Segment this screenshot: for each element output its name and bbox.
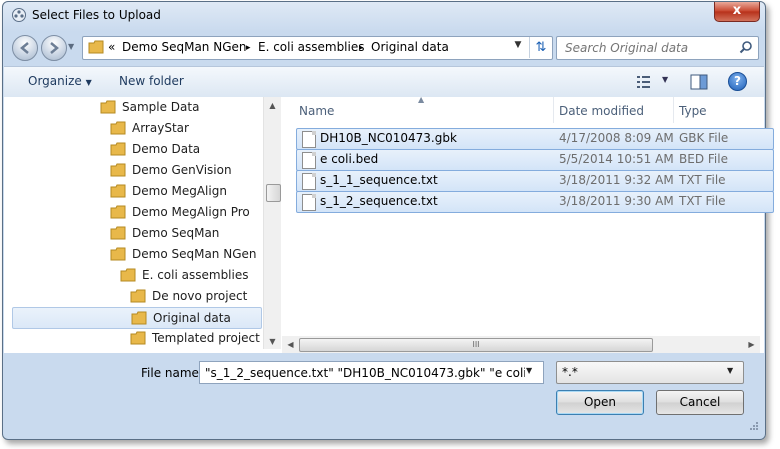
dialog-title: Select Files to Upload bbox=[32, 8, 161, 22]
sort-ascending-icon: ▲ bbox=[418, 95, 425, 104]
folder-icon bbox=[110, 163, 126, 177]
column-header: ▲ Name Date modified Type bbox=[282, 95, 764, 123]
address-dropdown-icon[interactable]: ▼ bbox=[511, 40, 525, 54]
file-icon bbox=[302, 131, 316, 148]
nav-pane-scrollbar[interactable]: ▲ ▼ bbox=[263, 97, 281, 349]
breadcrumb-separator[interactable]: ▸ bbox=[359, 43, 364, 53]
file-name-label: File name: bbox=[141, 366, 203, 380]
tree-item-original-data[interactable]: Original data bbox=[12, 307, 262, 329]
folder-icon bbox=[130, 331, 146, 345]
breadcrumb-separator[interactable]: ▸ bbox=[246, 43, 251, 53]
search-icon[interactable] bbox=[739, 40, 753, 54]
file-type-filter[interactable]: *.* ▼ bbox=[556, 361, 744, 384]
file-type-filter-value: *.* bbox=[562, 365, 578, 379]
chevron-down-icon[interactable]: ▼ bbox=[727, 366, 733, 375]
column-date-modified[interactable]: Date modified bbox=[559, 104, 644, 118]
new-folder-button[interactable]: New folder bbox=[119, 74, 184, 88]
folder-icon bbox=[110, 121, 126, 135]
arrow-left-icon bbox=[20, 42, 29, 54]
chevron-down-icon[interactable]: ▼ bbox=[526, 366, 532, 375]
tree-item-demo-megalign-pro[interactable]: Demo MegAlign Pro bbox=[106, 202, 256, 222]
tree-item-e-coli-assemblies[interactable]: E. coli assemblies bbox=[116, 265, 256, 285]
command-toolbar: Organize ▼ New folder ▼ ? bbox=[4, 66, 764, 98]
tree-item-arraystar[interactable]: ArrayStar bbox=[106, 118, 256, 138]
file-name-combobox[interactable]: ▼ bbox=[199, 361, 544, 384]
open-button[interactable]: Open bbox=[556, 390, 644, 415]
tree-item-demo-genvision[interactable]: Demo GenVision bbox=[106, 160, 256, 180]
column-type[interactable]: Type bbox=[679, 104, 707, 118]
tree-item-de-novo-project[interactable]: De novo project bbox=[126, 286, 256, 306]
breadcrumb-original-data[interactable]: Original data bbox=[371, 40, 449, 54]
folder-icon bbox=[110, 142, 126, 156]
search-box[interactable] bbox=[556, 36, 759, 60]
file-row[interactable]: e coli.bed 5/5/2014 10:51 AM BED File bbox=[296, 149, 774, 171]
arrow-right-icon bbox=[50, 42, 59, 54]
file-row[interactable]: DH10B_NC010473.gbk 4/17/2008 8:09 AM GBK… bbox=[296, 128, 774, 150]
scroll-right-icon[interactable]: ▶ bbox=[745, 340, 758, 349]
content-area: Sample Data ArrayStar Demo Data Demo Gen… bbox=[4, 95, 774, 353]
title-bar[interactable]: Select Files to Upload x bbox=[3, 2, 765, 30]
address-overflow-chevron[interactable]: « bbox=[108, 40, 115, 54]
tree-item-sample-data[interactable]: Sample Data bbox=[96, 97, 256, 117]
forward-button[interactable] bbox=[41, 35, 67, 61]
file-row[interactable]: s_1_1_sequence.txt 3/18/2011 9:32 AM TXT… bbox=[296, 170, 774, 192]
column-name[interactable]: Name bbox=[299, 104, 334, 118]
file-icon bbox=[302, 152, 316, 169]
preview-pane-icon[interactable] bbox=[690, 73, 708, 91]
tree-item-demo-megalign[interactable]: Demo MegAlign bbox=[106, 181, 256, 201]
folder-icon bbox=[110, 184, 126, 198]
chevron-down-icon: ▼ bbox=[85, 78, 92, 87]
address-bar[interactable]: « Demo SeqMan NGen ▸ E. coli assemblies … bbox=[82, 36, 553, 60]
refresh-icon[interactable]: ⇅ bbox=[529, 37, 552, 58]
scroll-left-icon[interactable]: ◀ bbox=[284, 340, 297, 349]
organize-button[interactable]: Organize ▼ bbox=[28, 74, 92, 88]
column-divider[interactable] bbox=[553, 97, 554, 123]
breadcrumb-demo-seqman-ngen[interactable]: Demo SeqMan NGen bbox=[122, 40, 246, 54]
file-icon bbox=[302, 194, 316, 211]
file-row[interactable]: s_1_2_sequence.txt 3/18/2011 9:30 AM TXT… bbox=[296, 191, 774, 213]
folder-icon bbox=[120, 268, 136, 282]
close-button[interactable]: x bbox=[714, 2, 760, 22]
search-input[interactable] bbox=[563, 39, 737, 57]
details-view-icon bbox=[637, 76, 650, 88]
back-button[interactable] bbox=[12, 35, 38, 61]
tree-item-demo-seqman[interactable]: Demo SeqMan bbox=[106, 223, 256, 243]
chevron-down-icon: ▼ bbox=[662, 75, 669, 84]
folder-icon bbox=[100, 100, 116, 114]
history-dropdown-icon[interactable]: ▼ bbox=[68, 42, 78, 52]
folder-icon bbox=[110, 205, 126, 219]
help-icon[interactable]: ? bbox=[728, 72, 747, 91]
app-icon bbox=[12, 8, 26, 22]
tree-item-demo-seqman-ngen[interactable]: Demo SeqMan NGen bbox=[106, 244, 256, 264]
file-icon bbox=[302, 173, 316, 190]
cancel-button[interactable]: Cancel bbox=[656, 390, 744, 415]
tree-item-templated-project[interactable]: Templated project bbox=[126, 328, 260, 348]
resize-grip-icon[interactable] bbox=[749, 421, 759, 431]
file-name-input[interactable] bbox=[203, 364, 527, 382]
nav-scrollbar-thumb[interactable] bbox=[266, 184, 281, 202]
folder-icon bbox=[131, 311, 147, 325]
folder-icon bbox=[110, 226, 126, 240]
tree-item-demo-data[interactable]: Demo Data bbox=[106, 139, 256, 159]
file-list-horizontal-scrollbar[interactable]: ◀ III ▶ bbox=[282, 336, 760, 353]
navigation-pane[interactable]: Sample Data ArrayStar Demo Data Demo Gen… bbox=[10, 97, 262, 349]
file-scrollbar-thumb[interactable]: III bbox=[299, 338, 653, 352]
folder-icon bbox=[110, 247, 126, 261]
breadcrumb-e-coli-assemblies[interactable]: E. coli assemblies bbox=[258, 40, 364, 54]
file-list-pane[interactable]: ▲ Name Date modified Type DH10B_NC010473… bbox=[282, 95, 774, 336]
change-view-button[interactable]: ▼ bbox=[636, 73, 674, 91]
column-divider[interactable] bbox=[673, 97, 674, 123]
scroll-up-icon[interactable]: ▲ bbox=[266, 101, 279, 110]
folder-icon bbox=[88, 40, 104, 54]
folder-icon bbox=[130, 289, 146, 303]
file-upload-dialog: Select Files to Upload x ▼ « Demo SeqMan… bbox=[2, 1, 774, 440]
scroll-down-icon[interactable]: ▼ bbox=[266, 337, 279, 346]
